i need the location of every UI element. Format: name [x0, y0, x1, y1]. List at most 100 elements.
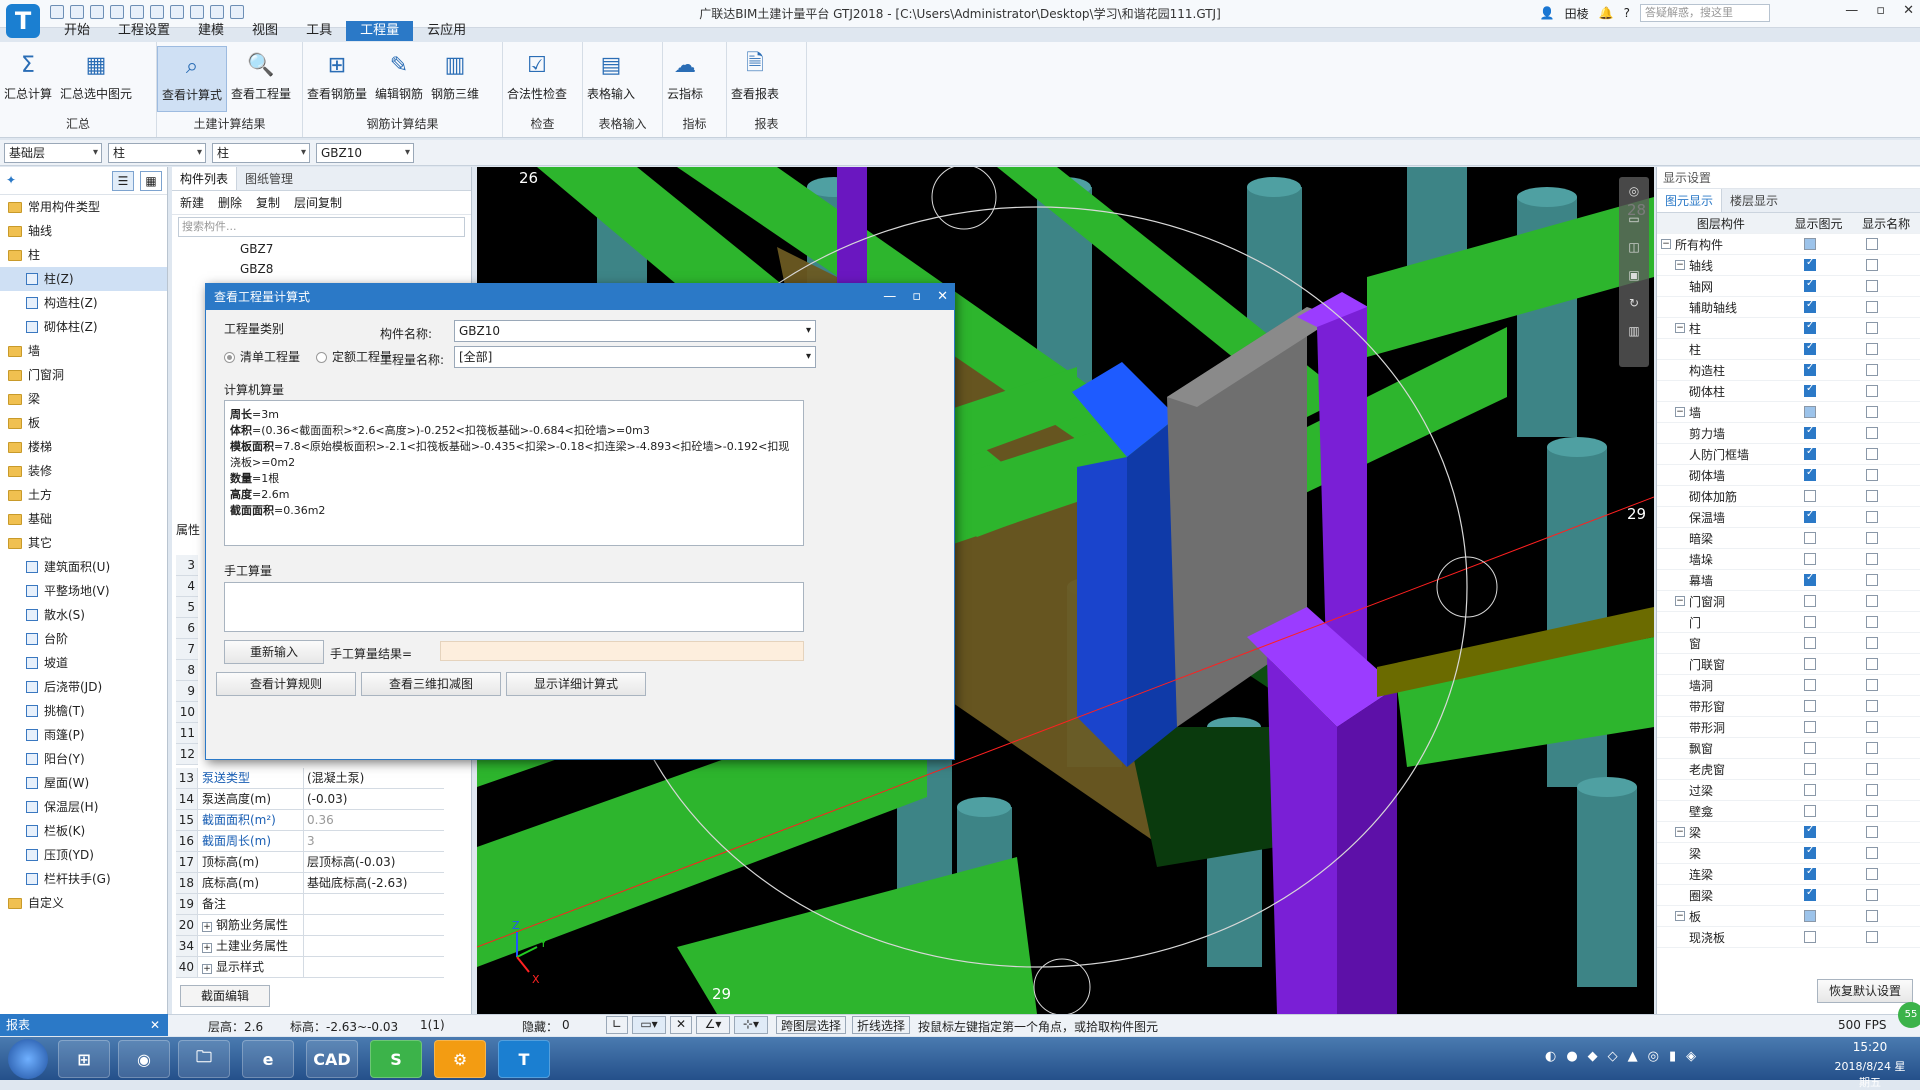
expand-icon[interactable]: + — [202, 964, 212, 974]
property-value[interactable]: 0.36 — [304, 810, 444, 830]
view-rebar-button[interactable]: ⊞ 查看钢筋量 — [303, 46, 371, 112]
property-value[interactable]: 基础底标高(-2.63) — [304, 873, 444, 893]
tree-item[interactable]: 栏杆扶手(G) — [0, 867, 167, 891]
collapse-icon[interactable]: − — [1675, 827, 1685, 837]
help-icon[interactable]: ? — [1624, 6, 1630, 20]
show-element-checkbox[interactable] — [1804, 362, 1816, 376]
show-name-checkbox[interactable] — [1866, 469, 1878, 481]
table-row[interactable]: 19 备注 — [176, 894, 444, 915]
tree-item[interactable]: 雨篷(P) — [0, 723, 167, 747]
tree-item[interactable]: 门窗洞 — [0, 363, 167, 387]
taskbar-app[interactable]: ⊞ — [58, 1040, 110, 1078]
show-name-checkbox[interactable] — [1866, 532, 1878, 544]
ortho-icon[interactable]: ∟ — [606, 1016, 628, 1034]
restore-defaults-button[interactable]: 恢复默认设置 — [1817, 979, 1913, 1003]
show-element-checkbox[interactable] — [1804, 383, 1816, 397]
collapse-icon[interactable]: − — [1675, 407, 1685, 417]
show-name-checkbox[interactable] — [1866, 364, 1878, 376]
layer-row[interactable]: 门联窗 — [1657, 654, 1920, 675]
taskbar-app[interactable]: 🗀 — [178, 1040, 230, 1078]
show-element-checkbox[interactable] — [1804, 616, 1816, 628]
layer-row[interactable]: − 梁 — [1657, 822, 1920, 843]
comp-name-select[interactable]: GBZ10 — [454, 320, 816, 342]
panel-close-icon[interactable]: ✕ — [150, 1014, 160, 1036]
layer-row[interactable]: 暗梁 — [1657, 528, 1920, 549]
tab-project-settings[interactable]: 工程设置 — [104, 21, 184, 41]
tree-item[interactable]: 栏板(K) — [0, 819, 167, 843]
tab-modeling[interactable]: 建模 — [184, 21, 238, 41]
show-name-checkbox[interactable] — [1866, 868, 1878, 880]
layer-row[interactable]: 带形洞 — [1657, 717, 1920, 738]
show-name-checkbox[interactable] — [1866, 637, 1878, 649]
layer-row[interactable]: − 门窗洞 — [1657, 591, 1920, 612]
tree-item[interactable]: 基础 — [0, 507, 167, 531]
show-element-checkbox[interactable] — [1804, 406, 1816, 418]
start-button[interactable] — [8, 1039, 48, 1079]
layer-row[interactable]: 门 — [1657, 612, 1920, 633]
validity-check-button[interactable]: ☑ 合法性检查 — [503, 46, 571, 112]
show-name-checkbox[interactable] — [1866, 280, 1878, 292]
layer-row[interactable]: − 所有构件 — [1657, 234, 1920, 255]
help-search-input[interactable]: 答疑解惑，搜这里 — [1640, 4, 1770, 22]
layer-row[interactable]: 柱 — [1657, 339, 1920, 360]
taskbar-app[interactable]: S — [370, 1040, 422, 1078]
show-name-checkbox[interactable] — [1866, 805, 1878, 817]
layer-row[interactable]: 砌体加筋 — [1657, 486, 1920, 507]
layer-row[interactable]: 人防门框墙 — [1657, 444, 1920, 465]
taskbar-app[interactable]: ⚙ — [434, 1040, 486, 1078]
tree-item[interactable]: 梁 — [0, 387, 167, 411]
taskbar-app[interactable]: CAD — [306, 1040, 358, 1078]
show-name-checkbox[interactable] — [1866, 343, 1878, 355]
tree-item[interactable]: 柱 — [0, 243, 167, 267]
tree-item[interactable]: 台阶 — [0, 627, 167, 651]
property-value[interactable] — [304, 894, 444, 914]
list-view-icon[interactable]: ☰ — [112, 171, 134, 191]
show-name-checkbox[interactable] — [1866, 490, 1878, 502]
show-element-checkbox[interactable] — [1804, 532, 1816, 544]
rebar-3d-button[interactable]: ▥ 钢筋三维 — [427, 46, 483, 112]
collapse-icon[interactable]: − — [1661, 239, 1671, 249]
tree-item[interactable]: 保温层(H) — [0, 795, 167, 819]
show-element-checkbox[interactable] — [1804, 572, 1816, 586]
clock[interactable]: 15:20 2018/8/24 星期五 — [1830, 1040, 1910, 1090]
tab-tools[interactable]: 工具 — [292, 21, 346, 41]
tree-item[interactable]: 土方 — [0, 483, 167, 507]
bell-icon[interactable]: 🔔 — [1599, 6, 1614, 20]
show-name-checkbox[interactable] — [1866, 238, 1878, 250]
show-name-checkbox[interactable] — [1866, 784, 1878, 796]
layer-row[interactable]: 窗 — [1657, 633, 1920, 654]
tab-floor-display[interactable]: 楼层显示 — [1722, 189, 1786, 212]
table-row[interactable]: 17 顶标高(m) 层顶标高(-0.03) — [176, 852, 444, 873]
layer-row[interactable]: 构造柱 — [1657, 360, 1920, 381]
view-calc-rules-button[interactable]: 查看计算规则 — [216, 672, 356, 696]
property-tab[interactable]: 属性 — [176, 519, 200, 541]
type-select[interactable]: 柱 — [212, 143, 310, 163]
dialog-maximize-button[interactable]: ▫ — [912, 284, 921, 310]
show-element-checkbox[interactable] — [1804, 467, 1816, 481]
calc-formula-area[interactable]: 周长=3m 体积=(0.36<截面面积>*2.6<高度>)-0.252<扣筏板基础… — [224, 400, 804, 546]
layer-row[interactable]: 带形窗 — [1657, 696, 1920, 717]
collapse-icon[interactable]: − — [1675, 260, 1685, 270]
layer-row[interactable]: 剪力墙 — [1657, 423, 1920, 444]
layer-row[interactable]: − 轴线 — [1657, 255, 1920, 276]
new-component-button[interactable]: 新建 — [180, 194, 204, 211]
show-element-checkbox[interactable] — [1804, 845, 1816, 859]
show-name-checkbox[interactable] — [1866, 427, 1878, 439]
tree-item[interactable]: 常用构件类型 — [0, 195, 167, 219]
show-name-checkbox[interactable] — [1866, 847, 1878, 859]
show-element-checkbox[interactable] — [1804, 679, 1816, 691]
show-element-checkbox[interactable] — [1804, 700, 1816, 712]
layer-row[interactable]: 梁 — [1657, 843, 1920, 864]
close-button[interactable]: ✕ — [1903, 3, 1914, 18]
layer-row[interactable]: 幕墙 — [1657, 570, 1920, 591]
tree-item[interactable]: 装修 — [0, 459, 167, 483]
layer-row[interactable]: 过梁 — [1657, 780, 1920, 801]
view-3d-deduction-button[interactable]: 查看三维扣减图 — [361, 672, 501, 696]
layer-row[interactable]: 墙垛 — [1657, 549, 1920, 570]
floor-select[interactable]: 基础层 — [4, 143, 102, 163]
property-value[interactable] — [304, 915, 444, 935]
show-element-checkbox[interactable] — [1804, 805, 1816, 817]
show-element-checkbox[interactable] — [1804, 637, 1816, 649]
layer-row[interactable]: 连梁 — [1657, 864, 1920, 885]
tree-item[interactable]: 砌体柱(Z) — [0, 315, 167, 339]
